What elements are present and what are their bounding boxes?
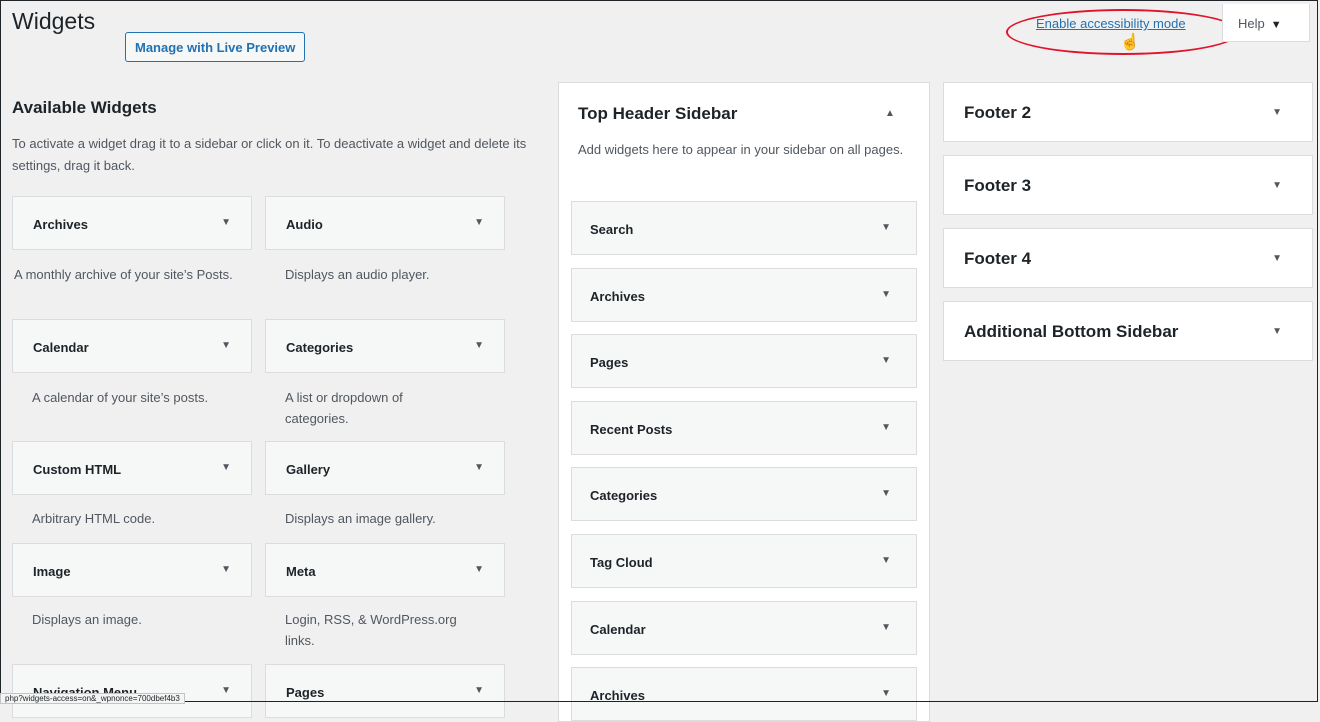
widget-title: Pages xyxy=(590,355,629,370)
widget-archives[interactable]: Archives ▼ xyxy=(12,196,252,250)
status-bar-url: php?widgets-access=on&_wpnonce=700dbef4b… xyxy=(0,693,185,704)
caret-down-icon: ▼ xyxy=(881,488,891,499)
caret-down-icon: ▼ xyxy=(881,555,891,566)
sidebar-widget-calendar[interactable]: Calendar ▼ xyxy=(571,601,917,655)
sidebar-additional-bottom[interactable]: Additional Bottom Sidebar ▼ xyxy=(943,301,1313,361)
caret-down-icon: ▼ xyxy=(221,217,231,228)
widget-description: Displays an image. xyxy=(32,612,142,627)
sidebar-widget-recent-posts[interactable]: Recent Posts ▼ xyxy=(571,401,917,455)
widget-custom-html[interactable]: Custom HTML ▼ xyxy=(12,441,252,495)
caret-down-icon: ▼ xyxy=(1272,180,1282,191)
widget-description: Displays an audio player. xyxy=(285,267,430,282)
sidebar-widget-archives-2[interactable]: Archives ▼ xyxy=(571,667,917,721)
widget-description: A monthly archive of your site’s Posts. xyxy=(14,267,233,282)
caret-down-icon: ▼ xyxy=(881,355,891,366)
caret-down-icon: ▼ xyxy=(881,289,891,300)
sidebar-widget-search[interactable]: Search ▼ xyxy=(571,201,917,255)
caret-down-icon: ▼ xyxy=(221,564,231,575)
caret-down-icon: ▼ xyxy=(474,462,484,473)
sidebar-footer-4[interactable]: Footer 4 ▼ xyxy=(943,228,1313,288)
widget-title: Gallery xyxy=(286,462,331,477)
caret-up-icon[interactable]: ▲ xyxy=(885,108,895,119)
sidebar-title: Footer 3 xyxy=(964,176,1032,195)
caret-down-icon: ▼ xyxy=(474,685,484,696)
sidebar-widget-categories[interactable]: Categories ▼ xyxy=(571,467,917,521)
widget-description: A calendar of your site’s posts. xyxy=(32,390,209,405)
widget-title: Recent Posts xyxy=(590,422,673,437)
caret-down-icon: ▼ xyxy=(1272,326,1282,337)
caret-down-icon: ▼ xyxy=(881,222,891,233)
widget-pages[interactable]: Pages ▼ xyxy=(265,664,505,718)
widget-title: Categories xyxy=(590,488,658,503)
caret-down-icon: ▼ xyxy=(474,564,484,575)
widget-title: Pages xyxy=(286,685,325,700)
help-label: Help xyxy=(1238,16,1265,31)
widget-categories[interactable]: Categories ▼ xyxy=(265,319,505,373)
available-widgets-heading: Available Widgets xyxy=(12,98,157,117)
widget-audio[interactable]: Audio ▼ xyxy=(265,196,505,250)
widget-title: Archives xyxy=(33,217,88,232)
sidebar-widget-pages[interactable]: Pages ▼ xyxy=(571,334,917,388)
widget-description: A list or dropdown of categories. xyxy=(285,390,403,426)
sidebar-title[interactable]: Top Header Sidebar xyxy=(578,104,737,124)
widget-title: Calendar xyxy=(590,622,646,637)
widget-image[interactable]: Image ▼ xyxy=(12,543,252,597)
hand-cursor-icon: ☝ xyxy=(1120,34,1140,51)
caret-down-icon: ▼ xyxy=(881,422,891,433)
widget-description: Displays an image gallery. xyxy=(285,511,436,526)
caret-down-icon: ▼ xyxy=(881,688,891,699)
manage-live-preview-button[interactable]: Manage with Live Preview xyxy=(125,32,306,62)
sidebar-title: Additional Bottom Sidebar xyxy=(964,322,1179,341)
widget-description: Login, RSS, & WordPress.org links. xyxy=(285,612,457,648)
widget-description: Arbitrary HTML code. xyxy=(32,511,156,526)
caret-down-icon: ▼ xyxy=(881,622,891,633)
widget-title: Archives xyxy=(590,688,645,703)
widget-meta[interactable]: Meta ▼ xyxy=(265,543,505,597)
caret-down-icon: ▼ xyxy=(1272,253,1282,264)
widget-title: Meta xyxy=(286,564,316,579)
sidebar-description: Add widgets here to appear in your sideb… xyxy=(578,142,904,157)
widget-title: Archives xyxy=(590,289,645,304)
widget-title: Image xyxy=(33,564,71,579)
sidebar-widget-tag-cloud[interactable]: Tag Cloud ▼ xyxy=(571,534,917,588)
help-tab[interactable]: Help ▼ xyxy=(1222,4,1310,42)
sidebar-title: Footer 2 xyxy=(964,103,1032,122)
caret-down-icon: ▼ xyxy=(474,340,484,351)
caret-down-icon: ▼ xyxy=(221,685,231,696)
widget-title: Search xyxy=(590,222,634,237)
available-widgets-description: To activate a widget drag it to a sideba… xyxy=(12,136,527,173)
widget-calendar[interactable]: Calendar ▼ xyxy=(12,319,252,373)
sidebar-footer-2[interactable]: Footer 2 ▼ xyxy=(943,82,1313,142)
caret-down-icon: ▼ xyxy=(221,462,231,473)
widget-title: Tag Cloud xyxy=(590,555,653,570)
widget-title: Calendar xyxy=(33,340,89,355)
page-title: Widgets xyxy=(12,8,96,34)
widget-title: Audio xyxy=(286,217,323,232)
widget-gallery[interactable]: Gallery ▼ xyxy=(265,441,505,495)
sidebar-widget-archives[interactable]: Archives ▼ xyxy=(571,268,917,322)
widget-navigation-menu[interactable]: Navigation Menu▼ xyxy=(12,664,252,718)
caret-down-icon: ▼ xyxy=(1272,107,1282,118)
caret-down-icon: ▼ xyxy=(1270,19,1282,31)
sidebar-footer-3[interactable]: Footer 3 ▼ xyxy=(943,155,1313,215)
sidebar-title: Footer 4 xyxy=(964,249,1032,268)
caret-down-icon: ▼ xyxy=(221,340,231,351)
widget-title: Categories xyxy=(286,340,354,355)
caret-down-icon: ▼ xyxy=(474,217,484,228)
widget-title: Custom HTML xyxy=(33,462,122,477)
